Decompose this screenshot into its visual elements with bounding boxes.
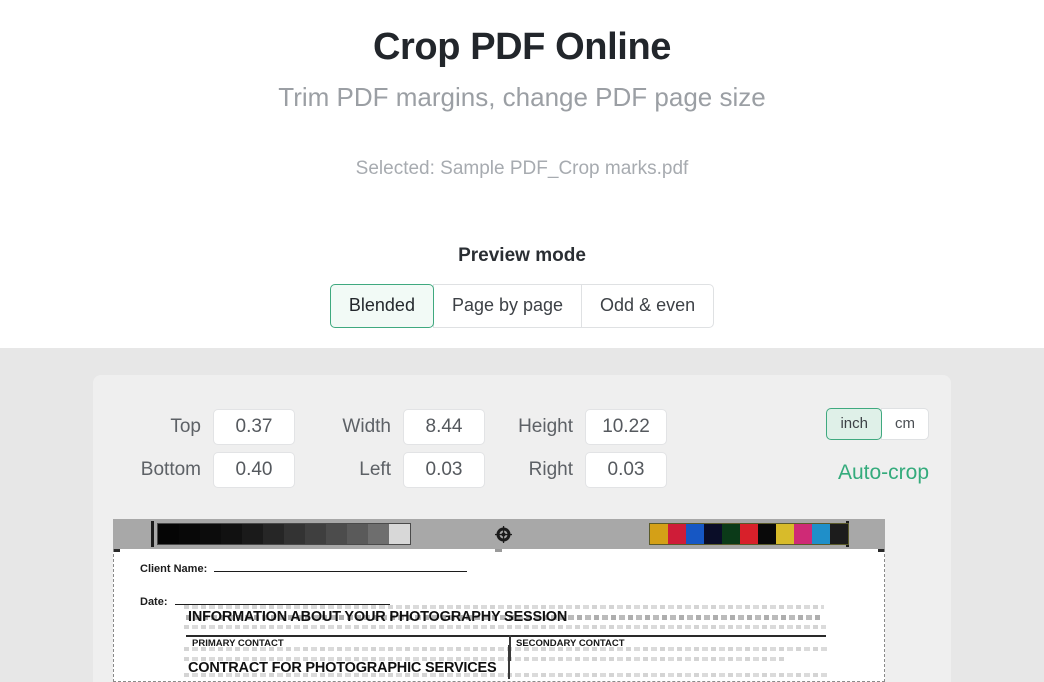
pdf-date-label: Date:: [140, 596, 168, 608]
pdf-ghost-column-divider: [508, 645, 510, 679]
page-title: Crop PDF Online: [372, 26, 671, 68]
pdf-date-rule: [174, 595, 390, 605]
crop-field-bottom-label: Bottom: [140, 458, 201, 480]
preview-mode-option-blended[interactable]: Blended: [329, 284, 434, 328]
crop-field-right-input[interactable]: [585, 451, 667, 488]
crop-corner-mark-top-right: [878, 549, 884, 552]
preview-mode-label: Preview mode: [458, 245, 586, 266]
preview-mode-option-odd-even[interactable]: Odd & even: [581, 284, 715, 328]
crop-workspace: Top Width Height Bottom Left: [0, 348, 1044, 682]
crop-field-height: Height: [485, 408, 667, 445]
pdf-blended-heading-session: INFORMATION ABOUT YOUR PHOTOGRAPHY SESSI…: [188, 609, 568, 625]
registration-mark-icon: [495, 526, 512, 543]
selected-file-label: Selected: Sample PDF_Crop marks.pdf: [355, 158, 689, 179]
preview-mode-option-page-by-page[interactable]: Page by page: [432, 284, 583, 328]
crop-panel: Top Width Height Bottom Left: [93, 375, 951, 682]
page-header: Crop PDF Online Trim PDF margins, change…: [0, 0, 1044, 348]
unit-option-inch[interactable]: inch: [826, 408, 882, 440]
pdf-contact-divider: [186, 635, 826, 637]
crop-field-width-input[interactable]: [403, 408, 485, 445]
crop-field-top-input[interactable]: [213, 408, 295, 445]
pdf-client-name-field: Client Name:: [140, 562, 468, 575]
crop-field-bottom: Bottom: [120, 451, 295, 488]
pdf-preview[interactable]: Client Name: Date: INFORMATION ABOUT YOU…: [113, 519, 885, 682]
pdf-primary-contact-label: PRIMARY CONTACT: [192, 638, 284, 649]
crop-field-right: Right: [485, 451, 667, 488]
crop-corner-mark-top-left: [114, 549, 120, 552]
crop-field-width-label: Width: [342, 415, 391, 437]
preview-mode-group: Blended Page by page Odd & even: [329, 284, 715, 328]
crop-field-left-label: Left: [359, 458, 391, 480]
crop-field-height-label: Height: [518, 415, 573, 437]
pdf-client-name-rule: [214, 562, 468, 572]
pdf-ghost-text-line: [184, 625, 826, 629]
crop-field-left: Left: [295, 451, 485, 488]
pdf-page-blended-preview: Client Name: Date: INFORMATION ABOUT YOU…: [113, 549, 885, 682]
preview-mode-segmented-control: Blended Page by page Odd & even: [0, 284, 1044, 328]
pdf-secondary-contact-label: SECONDARY CONTACT: [516, 638, 625, 649]
unit-and-autocrop: inch cm Auto-crop: [729, 405, 929, 486]
unit-toggle: inch cm: [826, 408, 929, 440]
auto-crop-link[interactable]: Auto-crop: [729, 460, 929, 486]
crop-field-right-label: Right: [528, 458, 573, 480]
crop-mark-tick-left: [151, 521, 154, 547]
crop-field-top-label: Top: [170, 415, 201, 437]
unit-option-cm[interactable]: cm: [881, 408, 929, 440]
grayscale-calibration-wedge: [157, 523, 411, 545]
crop-field-left-input[interactable]: [403, 451, 485, 488]
crop-field-bottom-input[interactable]: [213, 451, 295, 488]
crop-field-width: Width: [295, 408, 485, 445]
page-subtitle: Trim PDF margins, change PDF page size: [278, 82, 766, 112]
pdf-client-name-label: Client Name:: [140, 563, 208, 575]
crop-corner-mark-top-center: [495, 549, 502, 552]
color-calibration-bar: [649, 523, 849, 545]
pdf-crop-marks-bar: [113, 519, 885, 549]
crop-field-top: Top: [120, 408, 295, 445]
crop-field-height-input[interactable]: [585, 408, 667, 445]
pdf-blended-heading-contract: CONTRACT FOR PHOTOGRAPHIC SERVICES: [188, 660, 497, 676]
